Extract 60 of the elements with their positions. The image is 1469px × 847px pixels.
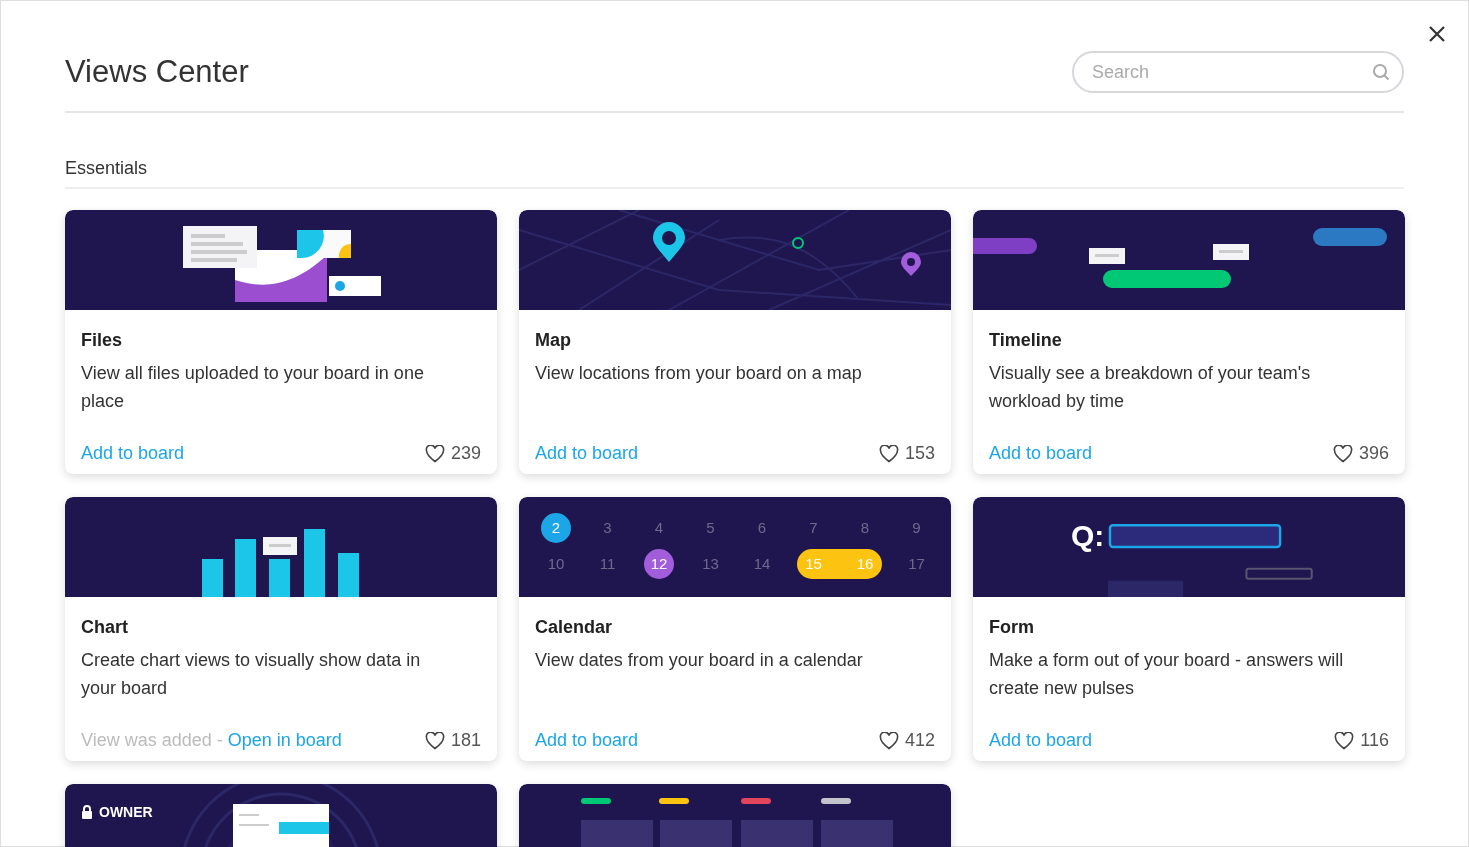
calendar-day: 14 (745, 549, 779, 579)
like-count: 153 (904, 443, 935, 464)
card-title: Timeline (989, 330, 1063, 351)
calendar-day: 13 (693, 549, 728, 579)
calendar-day: 2 (541, 513, 571, 543)
card-description: View dates from your board in a calendar (535, 649, 864, 672)
card-title: Form (989, 617, 1035, 638)
chart-bar (338, 553, 359, 597)
section-heading: Essentials (65, 158, 1404, 189)
chart-bar (304, 529, 325, 597)
card-title: Calendar (535, 617, 614, 638)
heart-icon[interactable] (1334, 731, 1355, 750)
question-label: Q: (1071, 519, 1105, 553)
search-icon (1372, 63, 1390, 81)
card-link[interactable]: Add to board (535, 730, 639, 750)
like-count: 181 (450, 730, 481, 751)
calendar-day: 15 (796, 549, 848, 579)
owner-label: OWNER (99, 804, 153, 820)
like-count: 396 (1358, 443, 1389, 464)
tooltip-drawing (263, 537, 297, 555)
card-link[interactable]: Add to board (989, 443, 1093, 463)
calendar-day: 3 (590, 513, 625, 543)
card-title: Files (81, 330, 124, 351)
lock-icon (81, 805, 93, 819)
calendar-day: 9 (899, 513, 934, 543)
calendar-day: 4 (642, 513, 676, 543)
card-description: Visually see a breakdown of your team's workload by time (989, 362, 1312, 413)
calendar-day: 17 (899, 549, 934, 579)
card-title: Chart (81, 617, 129, 638)
card-title: Map (535, 330, 572, 351)
calendar-day: 12 (644, 549, 674, 579)
calendar-day: 6 (745, 513, 779, 543)
card-description: Make a form out of your board - answers will create new pulses (989, 649, 1345, 700)
card-link[interactable]: Add to board (81, 443, 185, 463)
card-description: View locations from your board on a map (535, 362, 863, 385)
chart-bar (202, 559, 223, 597)
calendar-day: 10 (539, 549, 573, 579)
heart-icon[interactable] (878, 731, 899, 750)
heart-icon[interactable] (424, 731, 445, 750)
search-field[interactable]: Search (1072, 51, 1404, 93)
calendar-day: 16 (848, 549, 882, 579)
calendar-day: 7 (796, 513, 831, 543)
chart-bar (269, 559, 290, 597)
card-link[interactable]: Add to board (989, 730, 1093, 750)
like-count: 239 (450, 443, 481, 464)
calendar-day: 11 (590, 549, 625, 579)
card-description: Create chart views to visually show data in your board (81, 649, 422, 700)
calendar-day: 8 (848, 513, 882, 543)
like-count: 116 (1360, 730, 1389, 751)
like-count: 412 (904, 730, 935, 751)
chart-bar (235, 539, 256, 597)
heart-icon[interactable] (1332, 444, 1353, 463)
heart-icon[interactable] (878, 444, 899, 463)
calendar-day: 5 (693, 513, 728, 543)
added-status: View was added - (81, 730, 224, 750)
card-link[interactable]: Open in board (227, 730, 342, 750)
heart-icon[interactable] (424, 444, 445, 463)
dialog-title: Views Center (65, 54, 249, 90)
card-link[interactable]: Add to board (535, 443, 639, 463)
card-description: View all files uploaded to your board in one place (81, 362, 425, 413)
